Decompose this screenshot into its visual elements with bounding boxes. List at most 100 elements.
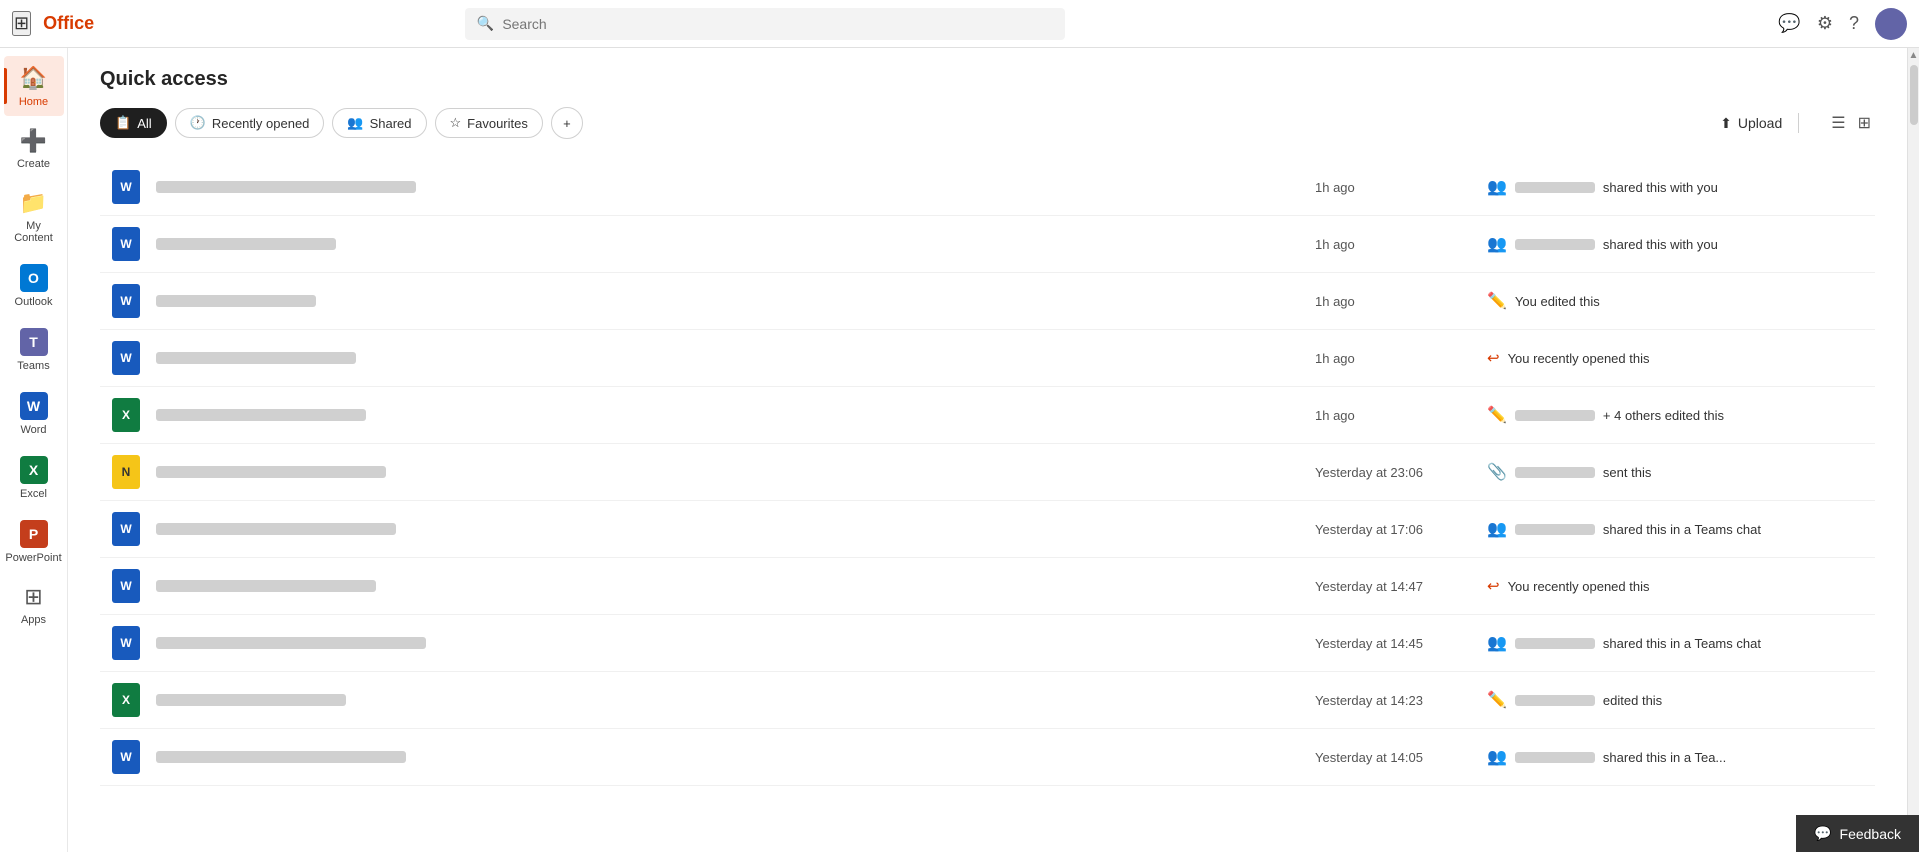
help-icon-button[interactable]: ? xyxy=(1849,13,1859,34)
file-name-bar xyxy=(156,694,346,706)
file-name-col xyxy=(156,580,1303,592)
sidebar-label-create: Create xyxy=(17,158,50,170)
excel-file-icon: X xyxy=(112,398,140,432)
file-name-bar xyxy=(156,580,376,592)
search-bar: 🔍 xyxy=(465,8,1065,40)
file-icon-wrap: N xyxy=(108,454,144,490)
sidebar-item-home[interactable]: 🏠 Home xyxy=(4,56,64,116)
activity-text: shared this in a Teams chat xyxy=(1603,636,1761,651)
file-row[interactable]: W 1h ago ✏️ You edited this xyxy=(100,273,1875,330)
file-name-bar xyxy=(156,523,396,535)
scroll-thumb[interactable] xyxy=(1910,65,1918,125)
tab-shared-icon: 👥 xyxy=(347,115,363,131)
word-file-icon: W xyxy=(112,740,140,774)
file-row[interactable]: W 1h ago 👥 shared this with you xyxy=(100,159,1875,216)
avatar[interactable] xyxy=(1875,8,1907,40)
activity-text: You recently opened this xyxy=(1508,579,1650,594)
tab-all[interactable]: 📋 All xyxy=(100,108,167,138)
file-name-col xyxy=(156,637,1303,649)
powerpoint-icon: P xyxy=(20,520,48,548)
tab-add-icon: + xyxy=(563,116,571,131)
scroll-up-arrow[interactable]: ▲ xyxy=(1908,48,1919,63)
tab-favourites[interactable]: ☆ Favourites xyxy=(435,108,543,138)
file-row[interactable]: W 1h ago ↩ You recently opened this xyxy=(100,330,1875,387)
mycontent-icon: 📁 xyxy=(20,190,47,216)
activity-text: + 4 others edited this xyxy=(1603,408,1724,423)
settings-icon-button[interactable]: ⚙ xyxy=(1817,13,1833,34)
word-file-icon: W xyxy=(112,170,140,204)
file-name-col xyxy=(156,295,1303,307)
file-row[interactable]: W Yesterday at 14:45 👥 shared this in a … xyxy=(100,615,1875,672)
activity-icon: 👥 xyxy=(1487,519,1507,539)
activity-name-bar xyxy=(1515,410,1595,421)
tab-all-label: All xyxy=(137,116,151,131)
file-time: Yesterday at 14:05 xyxy=(1315,750,1475,765)
excel-icon: X xyxy=(20,456,48,484)
upload-button[interactable]: ⬆ Upload xyxy=(1720,115,1782,132)
activity-name-bar xyxy=(1515,695,1595,706)
activity-icon: 👥 xyxy=(1487,177,1507,197)
file-row[interactable]: W 1h ago 👥 shared this with you xyxy=(100,216,1875,273)
home-icon: 🏠 xyxy=(20,64,48,92)
search-input[interactable] xyxy=(502,16,1053,32)
toolbar-divider xyxy=(1798,113,1799,133)
tab-shared[interactable]: 👥 Shared xyxy=(332,108,426,138)
word-file-icon: W xyxy=(112,569,140,603)
file-row[interactable]: W Yesterday at 14:05 👥 shared this in a … xyxy=(100,729,1875,786)
file-list: W 1h ago 👥 shared this with you W xyxy=(100,159,1875,786)
sidebar-item-outlook[interactable]: O Outlook xyxy=(4,256,64,316)
tab-recently-label: Recently opened xyxy=(212,116,310,131)
file-activity: ↩ You recently opened this xyxy=(1487,349,1867,367)
file-row[interactable]: X 1h ago ✏️ + 4 others edited this xyxy=(100,387,1875,444)
file-icon-wrap: W xyxy=(108,283,144,319)
feedback-button[interactable]: 💬 Feedback xyxy=(1796,815,1919,852)
file-row[interactable]: W Yesterday at 14:47 ↩ You recently open… xyxy=(100,558,1875,615)
file-activity: 👥 shared this in a Tea... xyxy=(1487,747,1867,767)
file-icon-wrap: W xyxy=(108,340,144,376)
file-time: Yesterday at 14:23 xyxy=(1315,693,1475,708)
activity-name-bar xyxy=(1515,182,1595,193)
grid-icon-button[interactable]: ⊞ xyxy=(12,11,31,36)
file-row[interactable]: X Yesterday at 14:23 ✏️ edited this xyxy=(100,672,1875,729)
sidebar-item-apps[interactable]: ⊞ Apps xyxy=(4,576,64,634)
sidebar-item-teams[interactable]: T Teams xyxy=(4,320,64,380)
tab-recently-opened[interactable]: 🕐 Recently opened xyxy=(175,108,325,138)
tab-add[interactable]: + xyxy=(551,107,583,139)
tabs-row: 📋 All 🕐 Recently opened 👥 Shared ☆ Favou… xyxy=(100,107,1875,139)
activity-icon: ✏️ xyxy=(1487,405,1507,425)
excel-file-icon: X xyxy=(112,683,140,717)
right-scrollbar[interactable]: ▲ xyxy=(1907,48,1919,852)
outlook-icon: O xyxy=(20,264,48,292)
file-time: 1h ago xyxy=(1315,294,1475,309)
grid-view-button[interactable]: ⊞ xyxy=(1854,109,1875,137)
sidebar-item-powerpoint[interactable]: P PowerPoint xyxy=(4,512,64,572)
file-row[interactable]: N Yesterday at 23:06 📎 sent this xyxy=(100,444,1875,501)
feedback-label: Feedback xyxy=(1840,826,1901,842)
activity-text: shared this with you xyxy=(1603,237,1718,252)
file-icon-wrap: W xyxy=(108,568,144,604)
sidebar-item-create[interactable]: ➕ Create xyxy=(4,120,64,178)
feedback-icon-button[interactable]: 💬 xyxy=(1778,13,1800,34)
file-row[interactable]: W Yesterday at 17:06 👥 shared this in a … xyxy=(100,501,1875,558)
sidebar-item-excel[interactable]: X Excel xyxy=(4,448,64,508)
file-icon-wrap: W xyxy=(108,739,144,775)
activity-text: shared this in a Tea... xyxy=(1603,750,1726,765)
file-time: 1h ago xyxy=(1315,351,1475,366)
sidebar-item-mycontent[interactable]: 📁 My Content xyxy=(4,182,64,252)
activity-text: You recently opened this xyxy=(1508,351,1650,366)
file-name-bar xyxy=(156,637,426,649)
activity-text: shared this with you xyxy=(1603,180,1718,195)
word-file-icon: W xyxy=(112,284,140,318)
file-icon-wrap: X xyxy=(108,682,144,718)
file-name-bar xyxy=(156,181,416,193)
file-time: Yesterday at 14:45 xyxy=(1315,636,1475,651)
activity-icon: ✏️ xyxy=(1487,291,1507,311)
file-name-bar xyxy=(156,352,356,364)
file-icon-wrap: W xyxy=(108,169,144,205)
list-view-button[interactable]: ☰ xyxy=(1827,109,1849,137)
file-name-col xyxy=(156,751,1303,763)
content-area: Quick access 📋 All 🕐 Recently opened 👥 S… xyxy=(68,48,1907,852)
sidebar-item-word[interactable]: W Word xyxy=(4,384,64,444)
activity-icon: 👥 xyxy=(1487,234,1507,254)
file-time: 1h ago xyxy=(1315,180,1475,195)
